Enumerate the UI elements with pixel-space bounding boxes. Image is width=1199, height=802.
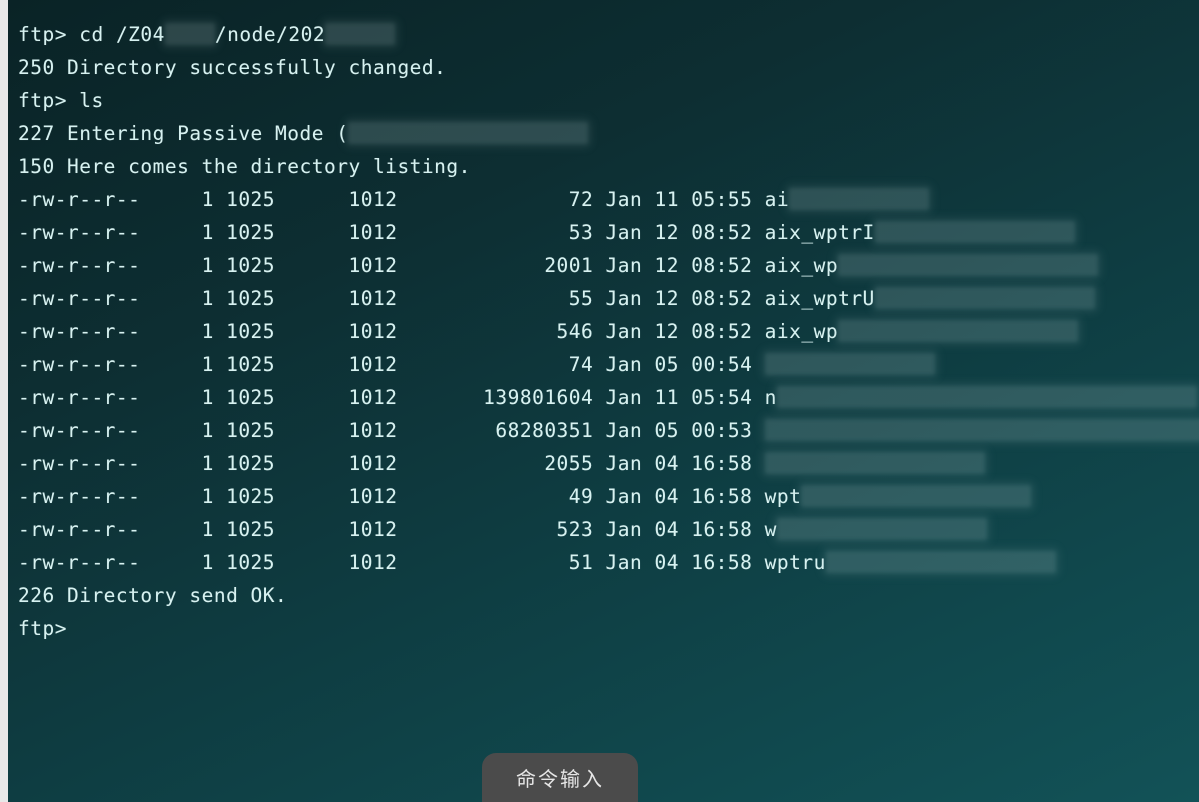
list-row-text: -rw-r--r-- 1 1025 1012 68280351 Jan 05 0… <box>18 419 765 442</box>
list-row-text: -rw-r--r-- 1 1025 1012 53 Jan 12 08:52 a… <box>18 221 875 244</box>
list-row-text: -rw-r--r-- 1 1025 1012 2055 Jan 04 16:58 <box>18 452 765 475</box>
prompt: ftp> <box>18 89 67 112</box>
terminal-line: ftp> <box>18 612 1189 645</box>
list-row-text: -rw-r--r-- 1 1025 1012 51 Jan 04 16:58 w… <box>18 551 826 574</box>
cd-tail: /node/202 <box>215 23 325 46</box>
command-input-label: 命令输入 <box>516 769 604 791</box>
list-row: -rw-r--r-- 1 1025 1012 55 Jan 12 08:52 a… <box>18 282 1189 315</box>
directory-listing: -rw-r--r-- 1 1025 1012 72 Jan 11 05:55 a… <box>18 183 1189 579</box>
command-input-pill[interactable]: 命令输入 <box>482 753 638 802</box>
list-row: -rw-r--r-- 1 1025 1012 53 Jan 12 08:52 a… <box>18 216 1189 249</box>
prompt: ftp> <box>18 617 67 640</box>
redacted-block <box>765 419 1199 441</box>
terminal-line: 250 Directory successfully changed. <box>18 51 1189 84</box>
list-row: -rw-r--r-- 1 1025 1012 74 Jan 05 00:54 <box>18 348 1189 381</box>
redacted-block <box>789 188 929 210</box>
list-row: -rw-r--r-- 1 1025 1012 72 Jan 11 05:55 a… <box>18 183 1189 216</box>
list-row: -rw-r--r-- 1 1025 1012 546 Jan 12 08:52 … <box>18 315 1189 348</box>
terminal-line: 226 Directory send OK. <box>18 579 1189 612</box>
redacted-block <box>838 320 1078 342</box>
list-row: -rw-r--r-- 1 1025 1012 2055 Jan 04 16:58 <box>18 447 1189 480</box>
cmd-ls: ls <box>79 89 103 112</box>
cmd-cd: cd /Z04 <box>79 23 165 46</box>
list-row-text: -rw-r--r-- 1 1025 1012 72 Jan 11 05:55 a… <box>18 188 789 211</box>
redacted-block <box>777 518 987 540</box>
resp-227: 227 Entering Passive Mode ( <box>18 122 348 145</box>
list-row: -rw-r--r-- 1 1025 1012 49 Jan 04 16:58 w… <box>18 480 1189 513</box>
redacted-block <box>838 254 1098 276</box>
list-row: -rw-r--r-- 1 1025 1012 2001 Jan 12 08:52… <box>18 249 1189 282</box>
list-row-text: -rw-r--r-- 1 1025 1012 2001 Jan 12 08:52… <box>18 254 838 277</box>
redacted-block <box>325 23 395 45</box>
list-row: -rw-r--r-- 1 1025 1012 68280351 Jan 05 0… <box>18 414 1189 447</box>
terminal-line: ftp> ls <box>18 84 1189 117</box>
list-row-text: -rw-r--r-- 1 1025 1012 546 Jan 12 08:52 … <box>18 320 838 343</box>
redacted-block <box>826 551 1056 573</box>
terminal-line: 227 Entering Passive Mode ( <box>18 117 1189 150</box>
list-row-text: -rw-r--r-- 1 1025 1012 49 Jan 04 16:58 w… <box>18 485 801 508</box>
redacted-block <box>801 485 1031 507</box>
terminal-line: 150 Here comes the directory listing. <box>18 150 1189 183</box>
redacted-block <box>765 353 935 375</box>
list-row-text: -rw-r--r-- 1 1025 1012 55 Jan 12 08:52 a… <box>18 287 875 310</box>
redacted-block <box>875 221 1075 243</box>
redacted-block <box>765 452 985 474</box>
terminal-screen[interactable]: ftp> cd /Z04/node/202 250 Directory succ… <box>8 0 1199 802</box>
list-row: -rw-r--r-- 1 1025 1012 51 Jan 04 16:58 w… <box>18 546 1189 579</box>
list-row-text: -rw-r--r-- 1 1025 1012 139801604 Jan 11 … <box>18 386 777 409</box>
redacted-block <box>348 122 588 144</box>
resp-226: 226 Directory send OK. <box>18 584 287 607</box>
list-row-text: -rw-r--r-- 1 1025 1012 74 Jan 05 00:54 <box>18 353 765 376</box>
prompt: ftp> <box>18 23 67 46</box>
redacted-block <box>777 386 1197 408</box>
resp-150: 150 Here comes the directory listing. <box>18 155 471 178</box>
redacted-block <box>165 23 215 45</box>
redacted-block <box>875 287 1095 309</box>
terminal-line: ftp> cd /Z04/node/202 <box>18 18 1189 51</box>
list-row: -rw-r--r-- 1 1025 1012 523 Jan 04 16:58 … <box>18 513 1189 546</box>
list-row: -rw-r--r-- 1 1025 1012 139801604 Jan 11 … <box>18 381 1189 414</box>
list-row-text: -rw-r--r-- 1 1025 1012 523 Jan 04 16:58 … <box>18 518 777 541</box>
resp-250: 250 Directory successfully changed. <box>18 56 446 79</box>
